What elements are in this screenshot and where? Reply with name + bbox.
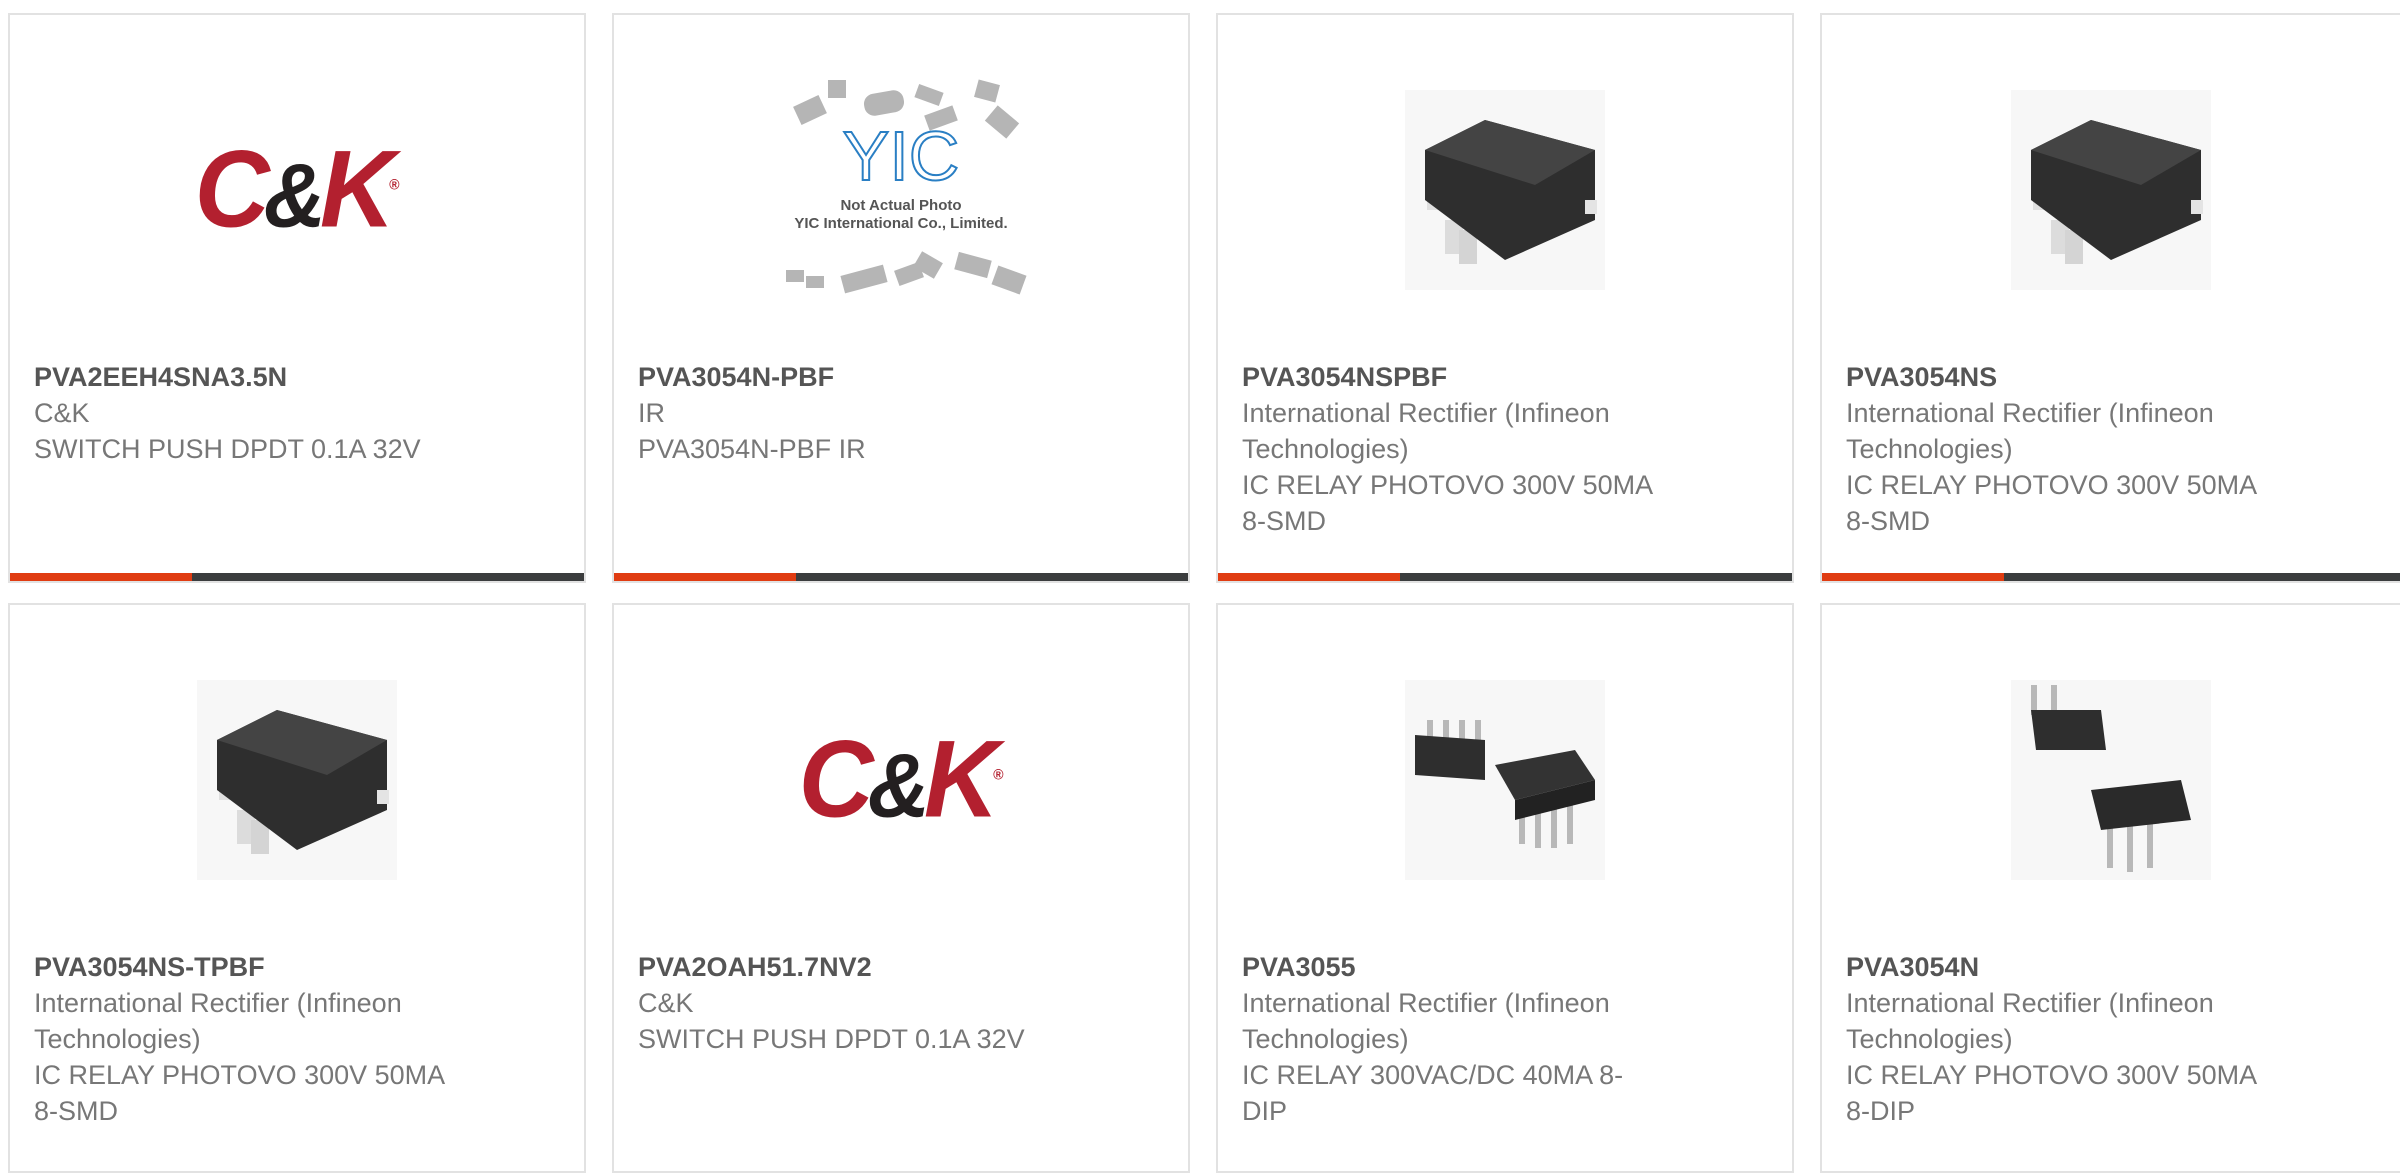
part-number[interactable]: PVA2EEH4SNA3.5N [34,359,560,395]
product-card[interactable]: YIC Not Actual Photo YIC International C… [612,13,1190,583]
product-card[interactable]: PVA3054NSPBF International Rectifier (In… [1216,13,1794,583]
manufacturer: International Rectifier (Infineon Techno… [1242,988,1610,1054]
card-accent-bar [1822,573,2400,581]
description: IC RELAY PHOTOVO 300V 50MA 8-SMD [34,1060,444,1126]
svg-text:YIC: YIC [843,117,960,195]
product-image[interactable] [1218,75,1792,305]
description: SWITCH PUSH DPDT 0.1A 32V [638,1024,1025,1054]
description: IC RELAY 300VAC/DC 40MA 8-DIP [1242,1060,1624,1126]
part-number[interactable]: PVA3055 [1242,949,1768,985]
manufacturer: C&K [34,398,90,428]
product-card[interactable]: PVA3054NS International Rectifier (Infin… [1820,13,2400,583]
manufacturer: IR [638,398,665,428]
manufacturer: International Rectifier (Infineon Techno… [1242,398,1610,464]
smd-relay-image [197,680,397,880]
part-number[interactable]: PVA3054N-PBF [638,359,1164,395]
manufacturer: International Rectifier (Infineon Techno… [34,988,402,1054]
product-image[interactable]: C&K® [10,75,584,305]
svg-text:Not Actual Photo: Not Actual Photo [840,197,961,214]
description: IC RELAY PHOTOVO 300V 50MA 8-SMD [1242,470,1652,536]
manufacturer: International Rectifier (Infineon Techno… [1846,988,2214,1054]
card-accent-bar [1218,573,1792,581]
dip-chip-image [1405,680,1605,880]
part-number[interactable]: PVA3054NSPBF [1242,359,1768,395]
product-card[interactable]: C&K® PVA2EEH4SNA3.5N C&K SWITCH PUSH DPD… [8,13,586,583]
product-image[interactable] [10,665,584,895]
part-number[interactable]: PVA2OAH51.7NV2 [638,949,1164,985]
part-number[interactable]: PVA3054N [1846,949,2376,985]
description: IC RELAY PHOTOVO 300V 50MA 8-SMD [1846,470,2256,536]
product-image[interactable]: YIC Not Actual Photo YIC International C… [614,75,1188,305]
ck-logo: C&K® [798,718,1004,841]
product-card[interactable]: PVA3055 International Rectifier (Infineo… [1216,603,1794,1173]
description: IC RELAY PHOTOVO 300V 50MA 8-DIP [1846,1060,2256,1126]
dip-chip-image [2011,680,2211,880]
product-card[interactable]: C&K® PVA2OAH51.7NV2 C&K SWITCH PUSH DPDT… [612,603,1190,1173]
smd-relay-image [2011,90,2211,290]
smd-relay-image [1405,90,1605,290]
part-number[interactable]: PVA3054NS-TPBF [34,949,560,985]
part-number[interactable]: PVA3054NS [1846,359,2376,395]
card-accent-bar [614,573,1188,581]
product-image[interactable]: C&K® [614,665,1188,895]
product-image[interactable] [1218,665,1792,895]
yic-placeholder-image: YIC Not Actual Photo YIC International C… [786,79,1027,295]
manufacturer: C&K [638,988,694,1018]
svg-text:YIC International Co., Limited: YIC International Co., Limited. [794,215,1007,232]
card-accent-bar [10,573,584,581]
product-card[interactable]: PVA3054N International Rectifier (Infine… [1820,603,2400,1173]
description: PVA3054N-PBF IR [638,434,866,464]
ck-logo: C&K® [194,128,400,251]
product-image[interactable] [1822,665,2400,895]
product-card[interactable]: PVA3054NS-TPBF International Rectifier (… [8,603,586,1173]
manufacturer: International Rectifier (Infineon Techno… [1846,398,2214,464]
description: SWITCH PUSH DPDT 0.1A 32V [34,434,421,464]
product-image[interactable] [1822,75,2400,305]
